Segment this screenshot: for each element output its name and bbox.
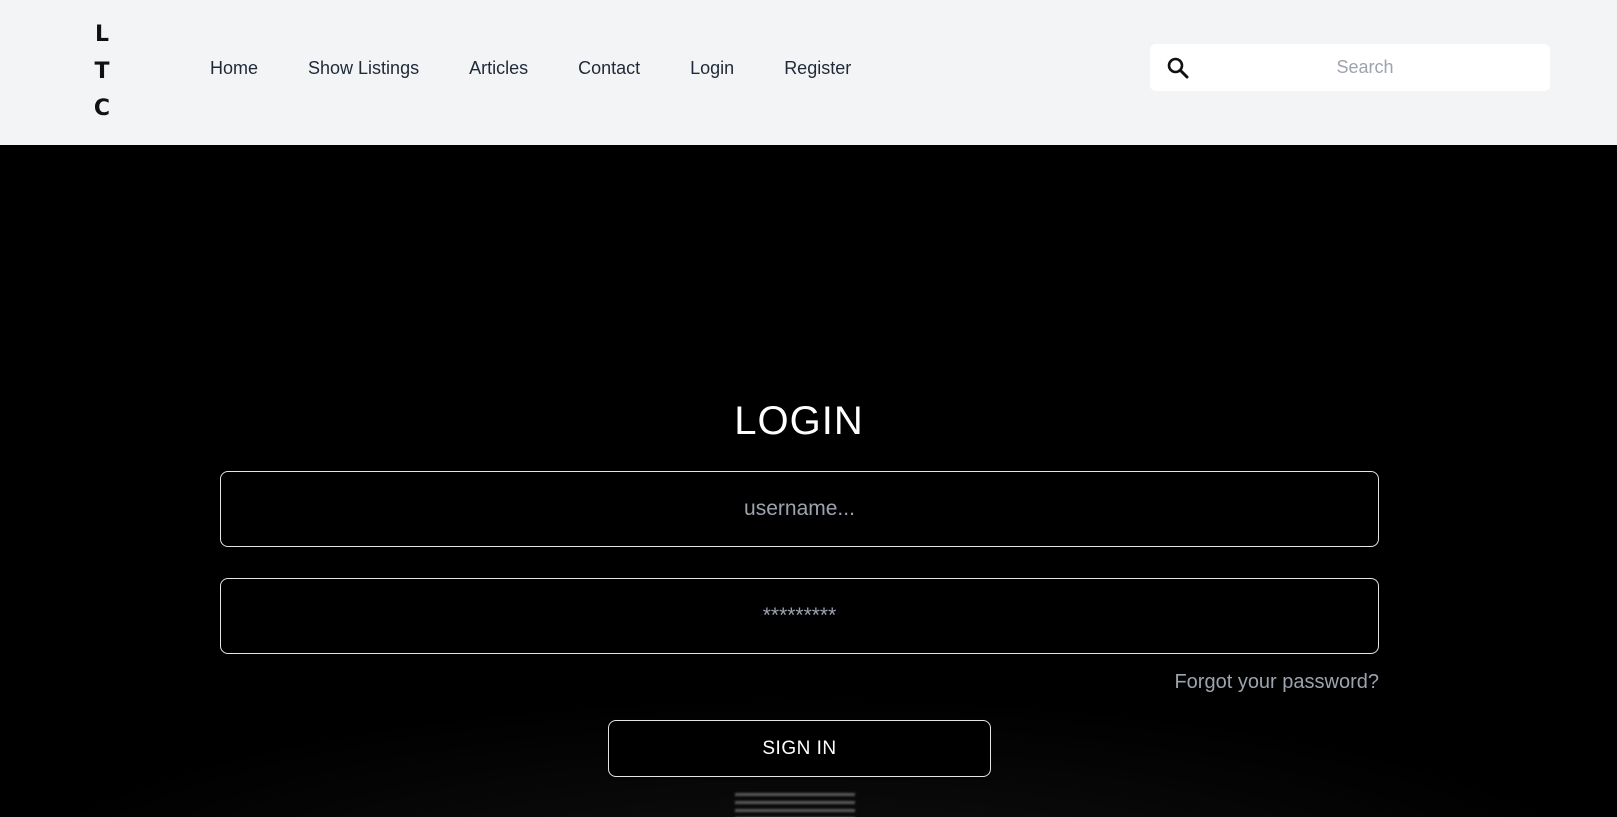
nav-show-listings[interactable]: Show Listings	[308, 56, 419, 80]
nav-contact[interactable]: Contact	[578, 56, 640, 80]
site-header: L T C Home Show Listings Articles Contac…	[0, 0, 1617, 145]
search-input[interactable]	[1200, 44, 1530, 91]
forgot-password-link[interactable]: Forgot your password?	[1174, 671, 1379, 694]
site-logo[interactable]: L T C	[90, 16, 114, 127]
stage-light-decoration	[735, 793, 855, 817]
nav-home[interactable]: Home	[210, 56, 258, 80]
login-hero: LOGIN Forgot your password? SIGN IN	[0, 145, 1617, 817]
logo-letter-l: L	[94, 22, 110, 47]
main-nav: Home Show Listings Articles Contact Logi…	[210, 56, 901, 80]
username-field[interactable]	[220, 471, 1379, 547]
search-icon[interactable]	[1166, 56, 1190, 80]
nav-login[interactable]: Login	[690, 56, 734, 80]
page-title: LOGIN	[734, 399, 864, 443]
sign-in-button[interactable]: SIGN IN	[608, 720, 991, 777]
logo-letter-t: T	[94, 59, 110, 84]
nav-register[interactable]: Register	[784, 56, 851, 80]
nav-articles[interactable]: Articles	[469, 56, 528, 80]
search-box	[1150, 44, 1550, 91]
logo-letter-c: C	[93, 96, 111, 121]
password-field[interactable]	[220, 578, 1379, 654]
